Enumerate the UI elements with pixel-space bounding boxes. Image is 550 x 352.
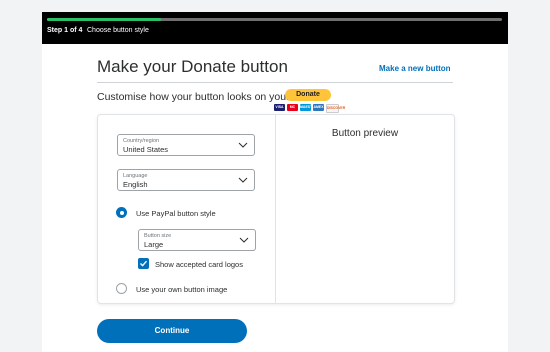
mastercard-icon: MC — [287, 104, 298, 111]
language-select-value: English — [123, 180, 148, 189]
radio-paypal-style[interactable] — [116, 207, 127, 218]
progress-bar-fill — [47, 18, 161, 21]
card-divider — [275, 115, 276, 303]
maestro-card-icon: MAESTRO — [300, 104, 318, 111]
step-description: Choose button style — [87, 27, 149, 34]
main-panel: Step 1 of 4 Choose button style Make you… — [42, 12, 508, 352]
chevron-down-icon — [238, 142, 248, 148]
radio-paypal-style-label: Use PayPal button style — [136, 209, 216, 218]
amex-card-icon: AMEX — [313, 104, 324, 111]
show-card-logos-label: Show accepted card logos — [155, 260, 243, 269]
preview-title: Button preview — [331, 128, 399, 139]
discover-card-icon: DISCOVER — [326, 104, 345, 113]
button-config-card: Country/region United States Language En… — [97, 114, 455, 304]
step-label: Step 1 of 4 — [47, 27, 83, 34]
chevron-down-icon — [239, 237, 249, 243]
title-divider — [97, 82, 453, 83]
country-select[interactable]: Country/region United States — [117, 134, 255, 156]
make-new-button-link[interactable]: Make a new button — [379, 64, 451, 73]
button-size-select[interactable]: Button size Large — [138, 229, 256, 251]
button-size-select-value: Large — [144, 240, 164, 249]
radio-own-image-label: Use your own button image — [136, 285, 228, 294]
show-card-logos-checkbox[interactable] — [138, 258, 149, 269]
progress-bar — [47, 18, 502, 21]
visa-card-icon: VISA — [274, 104, 285, 111]
country-select-label: Country/region — [123, 138, 160, 144]
page-title: Make your Donate button — [97, 57, 288, 76]
page-subtitle: Customise how your button looks on your … — [97, 91, 309, 103]
chevron-down-icon — [238, 177, 248, 183]
donate-preview-button[interactable]: Donate — [285, 89, 331, 101]
continue-button[interactable]: Continue — [97, 319, 247, 343]
button-size-select-label: Button size — [144, 233, 172, 239]
progress-header: Step 1 of 4 Choose button style — [42, 12, 508, 44]
radio-own-image[interactable] — [116, 283, 127, 294]
checkmark-icon — [140, 260, 148, 267]
language-select-label: Language — [123, 173, 148, 179]
language-select[interactable]: Language English — [117, 169, 255, 191]
country-select-value: United States — [123, 145, 169, 154]
